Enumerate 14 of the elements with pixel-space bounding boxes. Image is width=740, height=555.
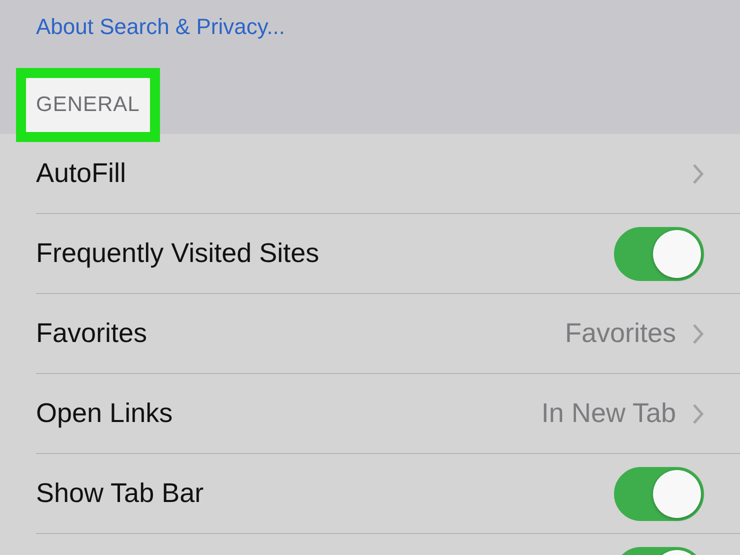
chevron-icon bbox=[692, 162, 704, 184]
chevron-icon bbox=[692, 402, 704, 424]
chevron-icon bbox=[692, 322, 704, 344]
setting-label: AutoFill bbox=[36, 158, 128, 189]
section-header: GENERAL bbox=[16, 68, 160, 142]
setting-label: Favorites bbox=[36, 318, 148, 349]
setting-value: Favorites bbox=[564, 318, 676, 349]
privacy-link[interactable]: About Search & Privacy... bbox=[36, 14, 286, 39]
setting-label: Frequently Visited Sites bbox=[36, 238, 320, 269]
setting-label: Show Tab Bar bbox=[36, 478, 205, 509]
toggle-switch[interactable] bbox=[614, 226, 704, 280]
toggle-switch[interactable] bbox=[614, 466, 704, 520]
setting-label: Open Links bbox=[36, 398, 174, 429]
setting-value: In New Tab bbox=[541, 398, 676, 429]
